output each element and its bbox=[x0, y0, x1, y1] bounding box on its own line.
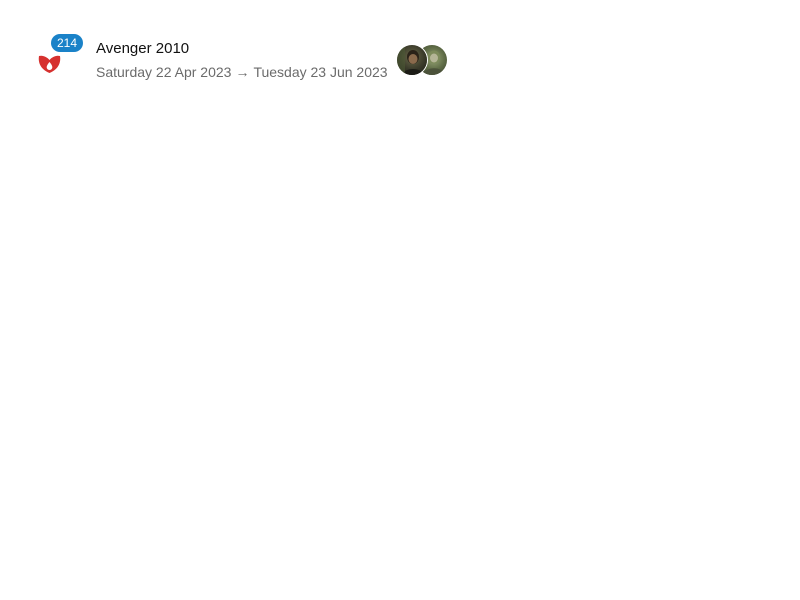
start-date: Saturday 22 Apr 2023 bbox=[96, 64, 232, 80]
event-date-range: Saturday 22 Apr 2023 → Tuesday 23 Jun 2023 bbox=[96, 64, 388, 80]
count-badge: 214 bbox=[51, 34, 84, 52]
avatar[interactable] bbox=[396, 44, 428, 76]
event-title[interactable]: Avenger 2010 bbox=[96, 40, 189, 58]
end-date: Tuesday 23 Jun 2023 bbox=[253, 64, 388, 80]
event-list-item[interactable]: 214 Avenger 2010 Saturday 22 Apr 2023 → Tu… bbox=[0, 0, 800, 100]
attendee-avatars[interactable] bbox=[396, 44, 450, 76]
arrow-icon: → bbox=[235, 64, 250, 80]
flame-app-icon bbox=[38, 55, 61, 73]
